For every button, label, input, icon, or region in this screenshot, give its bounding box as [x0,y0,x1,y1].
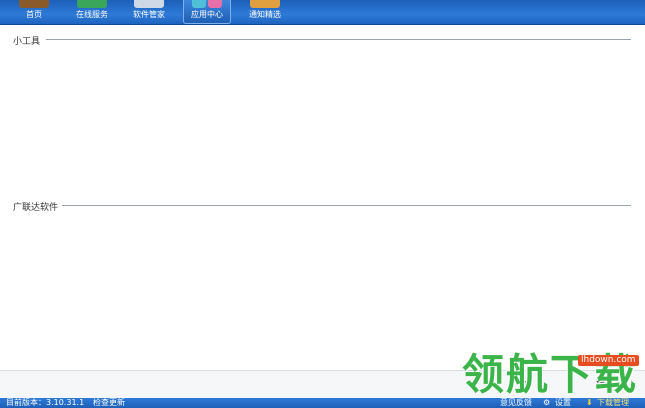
download-manager-link[interactable]: 下载管理 [597,398,629,408]
nav-item-notice[interactable]: 通知精选 [240,0,290,23]
nav-item-label: 首页 [26,10,42,19]
section-divider-gld [62,205,631,206]
download-arrow-icon: ⬇ [586,398,593,407]
gear-icon: ⚙ [543,398,551,407]
version-text: 目前版本：3.10.31.1 [6,398,85,407]
app-center-icon [192,0,206,8]
nav-item-label: 在线服务 [76,10,108,19]
settings-link[interactable]: 设置 [555,398,571,408]
status-bar: 目前版本：3.10.31.1 检查更新 意见反馈 ⚙ 设置 ⬇ 下载管理 [0,398,645,408]
nav-item-online-service[interactable]: 在线服务 [68,0,116,23]
feedback-link[interactable]: 意见反馈 [500,398,532,408]
nav-item-app-center[interactable]: 应用中心 [183,0,231,24]
top-nav-bar: 首页 在线服务 软件管家 应用中心 通知精选 [0,0,645,25]
section-title-gld: 广联达软件 [13,203,59,213]
nav-item-label: 通知精选 [249,10,281,19]
online-service-icon [77,0,107,8]
app-center-icon-part [208,0,222,8]
nav-item-software-manager[interactable]: 软件管家 [126,0,172,23]
check-update-link[interactable]: 检查更新 [93,398,125,408]
nav-item-label: 软件管家 [133,10,165,19]
watermark-url-badge: lhdown.com [578,355,639,366]
software-manager-icon [134,0,164,8]
nav-item-home[interactable]: 首页 [10,0,58,23]
section-title-tools: 小工具 [13,37,41,47]
notice-book-icon [250,0,280,8]
section-divider-tools [46,39,631,40]
nav-item-label: 应用中心 [191,10,223,19]
home-icon [19,0,49,8]
